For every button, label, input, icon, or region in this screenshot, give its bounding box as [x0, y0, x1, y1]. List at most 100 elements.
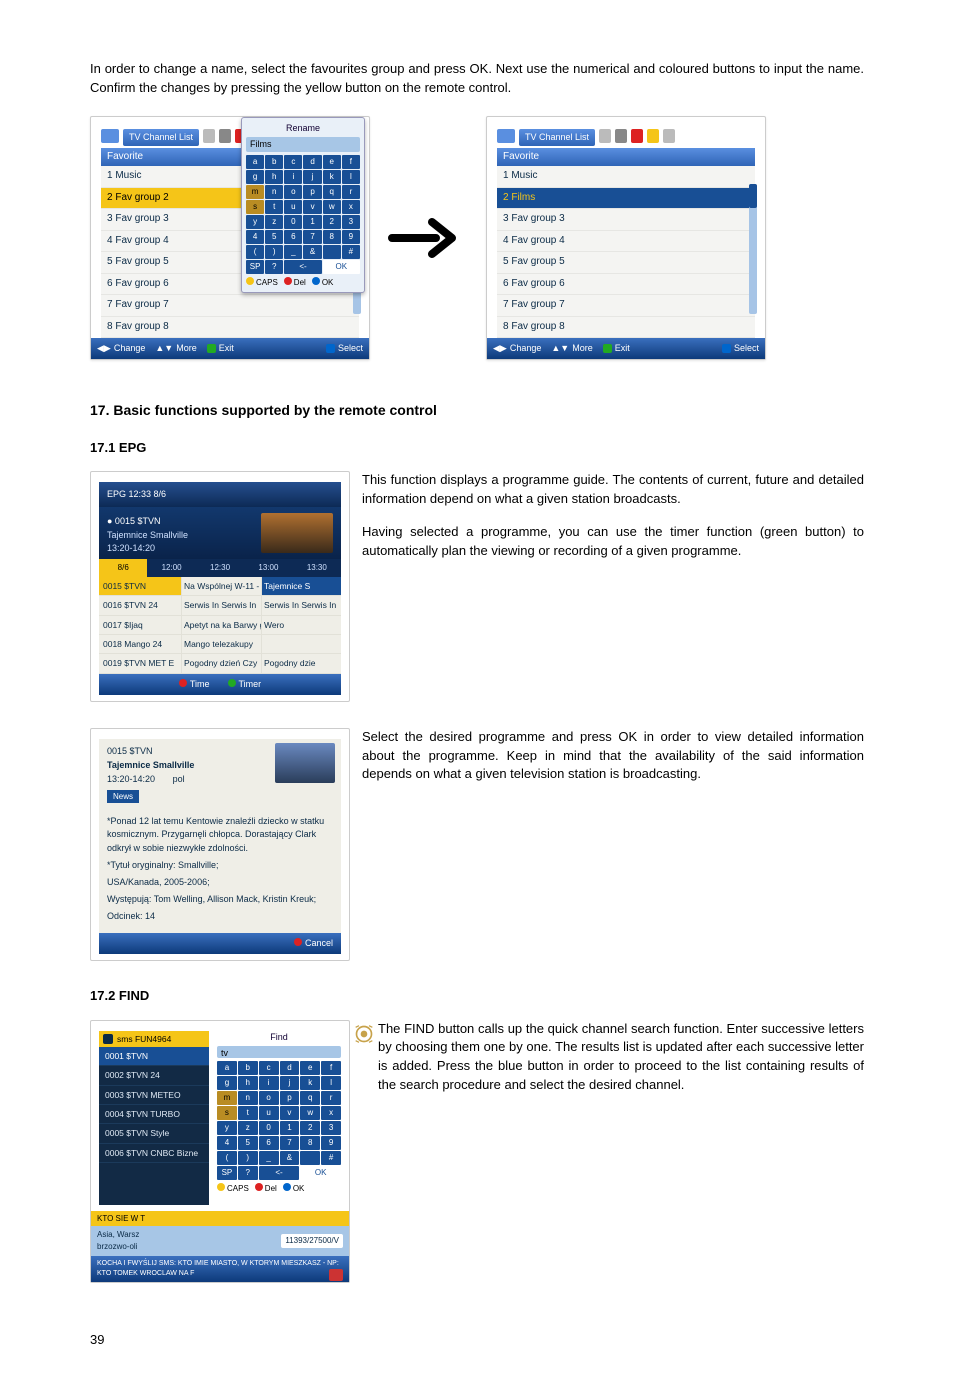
key[interactable]: j — [303, 170, 321, 184]
key[interactable]: f — [342, 155, 360, 169]
key[interactable]: _ — [284, 245, 302, 259]
key[interactable]: u — [284, 200, 302, 214]
key[interactable]: g — [246, 170, 264, 184]
epg-cell[interactable]: Na Wspólnej W-11 - Wydz — [181, 577, 261, 595]
key[interactable]: 7 — [303, 230, 321, 244]
key[interactable]: w — [323, 200, 341, 214]
key[interactable]: r — [342, 185, 360, 199]
key[interactable]: # — [321, 1151, 341, 1165]
key[interactable]: k — [323, 170, 341, 184]
key[interactable] — [323, 245, 341, 259]
rename-input[interactable]: Films — [246, 137, 360, 152]
key[interactable]: # — [342, 245, 360, 259]
key[interactable]: 0 — [259, 1121, 279, 1135]
key[interactable]: s — [246, 200, 264, 214]
key[interactable]: j — [280, 1076, 300, 1090]
key[interactable]: 6 — [259, 1136, 279, 1150]
fav-item[interactable]: 7 Fav group 7 — [101, 295, 359, 317]
key[interactable]: 7 — [280, 1136, 300, 1150]
key[interactable]: p — [303, 185, 321, 199]
key[interactable]: z — [265, 215, 283, 229]
find-result-item[interactable]: 0002 $TVN 24 — [99, 1066, 209, 1085]
key[interactable]: s — [217, 1106, 237, 1120]
fav-item[interactable]: 6 Fav group 6 — [497, 274, 755, 296]
key[interactable]: v — [303, 200, 321, 214]
key[interactable]: m — [217, 1091, 237, 1105]
key[interactable]: & — [280, 1151, 300, 1165]
key[interactable]: r — [321, 1091, 341, 1105]
epg-cell[interactable]: Pogodny dzień Czy — [181, 654, 261, 672]
key[interactable]: w — [300, 1106, 320, 1120]
fav-item[interactable]: 8 Fav group 8 — [101, 317, 359, 339]
key[interactable]: k — [300, 1076, 320, 1090]
epg-cell[interactable]: Wero — [261, 616, 341, 634]
fav-item[interactable]: 3 Fav group 3 — [497, 209, 755, 231]
epg-channel-cell[interactable]: 0015 $TVN — [99, 577, 181, 595]
key[interactable]: 4 — [217, 1136, 237, 1150]
key[interactable]: e — [323, 155, 341, 169]
key[interactable]: q — [300, 1091, 320, 1105]
fav-item[interactable]: 4 Fav group 4 — [497, 231, 755, 253]
key[interactable]: y — [246, 215, 264, 229]
key[interactable]: b — [238, 1061, 258, 1075]
key[interactable]: c — [284, 155, 302, 169]
epg-channel-cell[interactable]: 0018 Mango 24 — [99, 635, 181, 653]
key[interactable]: 9 — [321, 1136, 341, 1150]
epg-cell[interactable]: Tajemnice S — [261, 577, 341, 595]
key[interactable]: 4 — [246, 230, 264, 244]
key[interactable]: v — [280, 1106, 300, 1120]
key[interactable]: 0 — [284, 215, 302, 229]
epg-grid[interactable]: 0015 $TVNNa Wspólnej W-11 - WydzTajemnic… — [99, 577, 341, 674]
key[interactable]: OK — [323, 260, 360, 274]
key[interactable]: 2 — [300, 1121, 320, 1135]
epg-cell[interactable]: Serwis In Serwis In — [261, 596, 341, 614]
find-input[interactable]: tv — [217, 1046, 341, 1058]
key[interactable]: 8 — [300, 1136, 320, 1150]
key[interactable]: & — [303, 245, 321, 259]
find-result-item[interactable]: 0004 $TVN TURBO — [99, 1105, 209, 1124]
key[interactable]: b — [265, 155, 283, 169]
key[interactable]: x — [321, 1106, 341, 1120]
key[interactable]: i — [284, 170, 302, 184]
key[interactable]: l — [342, 170, 360, 184]
key[interactable]: n — [238, 1091, 258, 1105]
key[interactable] — [300, 1151, 320, 1165]
key[interactable]: d — [280, 1061, 300, 1075]
key[interactable]: a — [217, 1061, 237, 1075]
key[interactable]: ) — [265, 245, 283, 259]
key[interactable]: <- — [259, 1166, 300, 1180]
key[interactable]: u — [259, 1106, 279, 1120]
find-result-item[interactable]: 0001 $TVN — [99, 1047, 209, 1066]
key[interactable]: 3 — [342, 215, 360, 229]
key[interactable]: <- — [284, 260, 321, 274]
key[interactable]: SP — [217, 1166, 237, 1180]
key[interactable]: l — [321, 1076, 341, 1090]
key[interactable]: ( — [217, 1151, 237, 1165]
key[interactable]: o — [284, 185, 302, 199]
key[interactable]: 5 — [265, 230, 283, 244]
epg-channel-cell[interactable]: 0016 $TVN 24 — [99, 596, 181, 614]
key[interactable]: c — [259, 1061, 279, 1075]
key[interactable]: t — [238, 1106, 258, 1120]
key[interactable]: x — [342, 200, 360, 214]
key[interactable]: 2 — [323, 215, 341, 229]
key[interactable]: t — [265, 200, 283, 214]
epg-cell[interactable]: Apetyt na ka Barwy grzechu — [181, 616, 261, 634]
key[interactable]: SP — [246, 260, 264, 274]
epg-channel-cell[interactable]: 0019 $TVN MET E — [99, 654, 181, 672]
find-result-item[interactable]: 0005 $TVN Style — [99, 1124, 209, 1143]
fav-item[interactable]: 7 Fav group 7 — [497, 295, 755, 317]
epg-cell[interactable]: Pogodny dzie — [261, 654, 341, 672]
scrollbar[interactable] — [749, 184, 757, 314]
key[interactable]: q — [323, 185, 341, 199]
key[interactable]: o — [259, 1091, 279, 1105]
key[interactable]: p — [280, 1091, 300, 1105]
key[interactable]: i — [259, 1076, 279, 1090]
onscreen-keyboard[interactable]: abcdefghijklmnopqrstuvwxyz0123456789()_&… — [217, 1061, 341, 1180]
key[interactable]: ? — [265, 260, 283, 274]
key[interactable]: 1 — [303, 215, 321, 229]
key[interactable]: z — [238, 1121, 258, 1135]
key[interactable]: g — [217, 1076, 237, 1090]
find-result-item[interactable]: 0003 $TVN METEO — [99, 1086, 209, 1105]
key[interactable]: 8 — [323, 230, 341, 244]
